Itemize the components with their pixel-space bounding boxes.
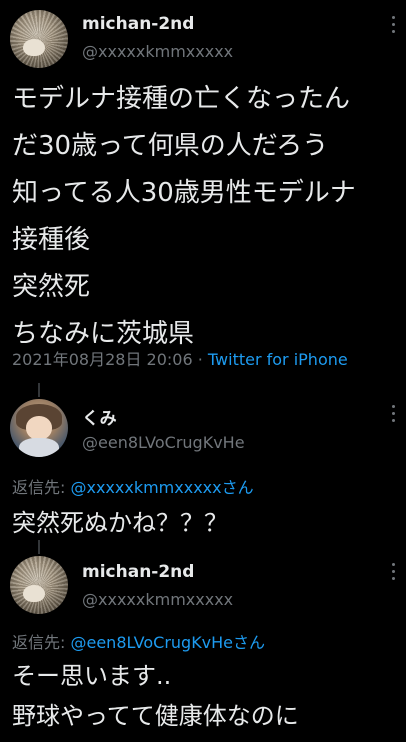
tweet-text-line: モデルナ接種の亡くなったん bbox=[12, 84, 351, 114]
tweet-timestamp[interactable]: 2021年08月28日 20:06 bbox=[12, 350, 193, 369]
reply-text-line: 突然死ぬかね？？？ bbox=[12, 509, 228, 537]
hedgehog-face bbox=[22, 39, 45, 57]
reply-to-mention[interactable]: @een8LVoCrugKvHeさん bbox=[70, 633, 265, 652]
avatar-kumi[interactable] bbox=[10, 399, 68, 457]
more-options-icon[interactable] bbox=[392, 405, 396, 423]
author-name[interactable]: michan-2nd bbox=[82, 14, 194, 34]
reply-author-name[interactable]: michan-2nd bbox=[82, 562, 194, 582]
reply-to-label: 返信先: bbox=[12, 478, 71, 497]
avatar-clothes bbox=[18, 438, 60, 457]
reply-to-line: 返信先: @een8LVoCrugKvHeさん bbox=[12, 629, 265, 653]
reply-author-handle[interactable]: @een8LVoCrugKvHe bbox=[82, 433, 245, 452]
reply-to-label: 返信先: bbox=[12, 633, 71, 652]
reply-author-name[interactable]: くみ bbox=[82, 404, 117, 429]
thread-connector bbox=[38, 540, 40, 554]
tweet-meta: 2021年08月28日 20:06 · Twitter for iPhone bbox=[12, 346, 348, 370]
tweet-text-line: 突然死 bbox=[12, 272, 91, 302]
reply-to-line: 返信先: @xxxxxkmmxxxxxさん bbox=[12, 474, 254, 498]
tweet-text-line: 接種後 bbox=[12, 225, 91, 255]
avatar-hedgehog[interactable] bbox=[10, 10, 68, 68]
reply-text: 突然死ぬかね？？？ bbox=[12, 503, 228, 538]
reply-to-mention[interactable]: @xxxxxkmmxxxxxさん bbox=[70, 478, 253, 497]
more-options-icon[interactable] bbox=[392, 563, 396, 581]
reply-text-line: 野球やってて健康体なのに bbox=[12, 702, 299, 730]
tweet-text-line: だ30歳って何県の人だろう bbox=[12, 131, 329, 161]
reply-text: そー思います.. 野球やってて健康体なのに bbox=[12, 656, 299, 736]
hedgehog-face bbox=[22, 585, 45, 603]
meta-separator: · bbox=[192, 350, 208, 369]
avatar-face bbox=[26, 416, 52, 440]
reply-author-handle[interactable]: @xxxxxkmmxxxxx bbox=[82, 590, 233, 609]
tweet-text: モデルナ接種の亡くなったん だ30歳って何県の人だろう 知ってる人30歳男性モデ… bbox=[12, 76, 404, 358]
avatar-hedgehog[interactable] bbox=[10, 556, 68, 614]
tweet-source-link[interactable]: Twitter for iPhone bbox=[208, 350, 348, 369]
thread-connector bbox=[38, 383, 40, 397]
more-options-icon[interactable] bbox=[392, 16, 396, 34]
author-handle[interactable]: @xxxxxkmmxxxxx bbox=[82, 42, 233, 61]
tweet-thread-screen: michan-2nd @xxxxxkmmxxxxx モデルナ接種の亡くなったん … bbox=[0, 0, 406, 742]
tweet-text-line: 知ってる人30歳男性モデルナ bbox=[12, 178, 356, 208]
reply-text-line: そー思います.. bbox=[12, 662, 172, 690]
